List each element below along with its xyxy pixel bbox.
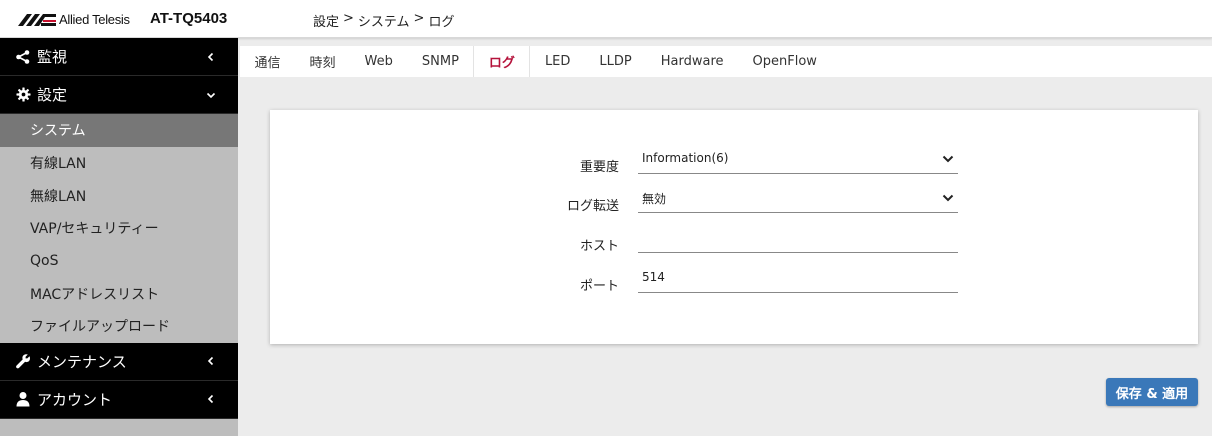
logo-text: Allied Telesis xyxy=(59,11,130,27)
device-model: AT-TQ5403 xyxy=(150,10,228,27)
log-forward-select[interactable]: 無効 xyxy=(638,187,958,213)
allied-telesis-logo: Allied Telesis xyxy=(18,11,130,27)
tab-log[interactable]: ログ xyxy=(473,46,531,77)
chevron-left-icon xyxy=(207,395,214,404)
tab-snmp[interactable]: SNMP xyxy=(407,46,473,77)
port-row: ポート 514 xyxy=(270,267,1198,297)
port-label: ポート xyxy=(579,279,619,294)
sidebar-group-settings[interactable]: 設定 xyxy=(0,76,238,114)
breadcrumb-item-system: システム xyxy=(357,15,410,30)
sidebar-group-label: 設定 xyxy=(37,86,68,104)
forward-label: ログ転送 xyxy=(566,199,619,214)
tab-openflow[interactable]: OpenFlow xyxy=(738,46,831,77)
host-label: ホスト xyxy=(579,239,619,254)
tab-communication[interactable]: 通信 xyxy=(240,46,295,77)
top-header: Allied Telesis AT-TQ5403 設定 > システム > ログ xyxy=(0,0,1212,38)
chevron-left-icon xyxy=(207,357,214,366)
sidebar-group-maintenance[interactable]: メンテナンス xyxy=(0,342,238,381)
sidebar-item-vap-security[interactable]: VAP/セキュリティー xyxy=(0,212,238,245)
tab-web[interactable]: Web xyxy=(350,46,407,77)
sidebar: 監視 設定 システム 有線LAN 無線LAN VAP/セキュリティー QoS M… xyxy=(0,38,238,436)
sidebar-group-label: アカウント xyxy=(37,390,113,409)
host-row: ホスト xyxy=(270,227,1198,257)
severity-label: 重要度 xyxy=(579,160,619,175)
breadcrumb: 設定 > システム > ログ xyxy=(313,11,454,30)
sidebar-group-label: 監視 xyxy=(37,48,68,66)
user-icon xyxy=(15,391,31,407)
sidebar-item-file-upload[interactable]: ファイルアップロード xyxy=(0,310,238,343)
severity-row: 重要度 Information(6) xyxy=(270,148,1198,178)
forward-value: 無効 xyxy=(642,192,667,206)
port-input[interactable]: 514 xyxy=(638,267,958,293)
sidebar-group-label: メンテナンス xyxy=(37,352,127,371)
logo-mark-icon xyxy=(18,14,56,26)
sidebar-group-monitor[interactable]: 監視 xyxy=(0,38,238,76)
breadcrumb-separator: > xyxy=(413,11,425,26)
share-icon xyxy=(15,49,31,65)
tab-hardware[interactable]: Hardware xyxy=(646,46,738,77)
forward-row: ログ転送 無効 xyxy=(270,187,1198,217)
wrench-icon xyxy=(15,353,31,369)
sidebar-item-qos[interactable]: QoS xyxy=(0,245,238,278)
chevron-left-icon xyxy=(207,52,214,61)
breadcrumb-item-log: ログ xyxy=(428,15,455,30)
gear-icon xyxy=(15,87,31,103)
host-input[interactable] xyxy=(638,227,958,253)
port-value: 514 xyxy=(642,270,665,284)
breadcrumb-item-settings: 設定 xyxy=(313,15,340,30)
log-settings-card: 重要度 Information(6) ログ転送 無効 ホスト ポート 514 xyxy=(270,110,1198,344)
sidebar-item-system[interactable]: システム xyxy=(0,114,238,147)
severity-value: Information(6) xyxy=(642,151,729,165)
sidebar-group-account[interactable]: アカウント xyxy=(0,380,238,419)
severity-select[interactable]: Information(6) xyxy=(638,148,958,174)
save-apply-button[interactable]: 保存 & 適用 xyxy=(1106,378,1198,406)
tab-time[interactable]: 時刻 xyxy=(295,46,350,77)
sidebar-item-mac-address-list[interactable]: MACアドレスリスト xyxy=(0,277,238,310)
tab-bar: 通信 時刻 Web SNMP ログ LED LLDP Hardware Open… xyxy=(240,46,1212,77)
sidebar-item-wireless-lan[interactable]: 無線LAN xyxy=(0,179,238,212)
sidebar-item-wired-lan[interactable]: 有線LAN xyxy=(0,147,238,180)
chevron-down-icon xyxy=(942,155,954,163)
breadcrumb-separator: > xyxy=(343,11,354,26)
chevron-down-icon xyxy=(206,92,216,98)
chevron-down-icon xyxy=(942,194,954,202)
tab-lldp[interactable]: LLDP xyxy=(585,46,646,77)
tab-led[interactable]: LED xyxy=(530,46,584,77)
